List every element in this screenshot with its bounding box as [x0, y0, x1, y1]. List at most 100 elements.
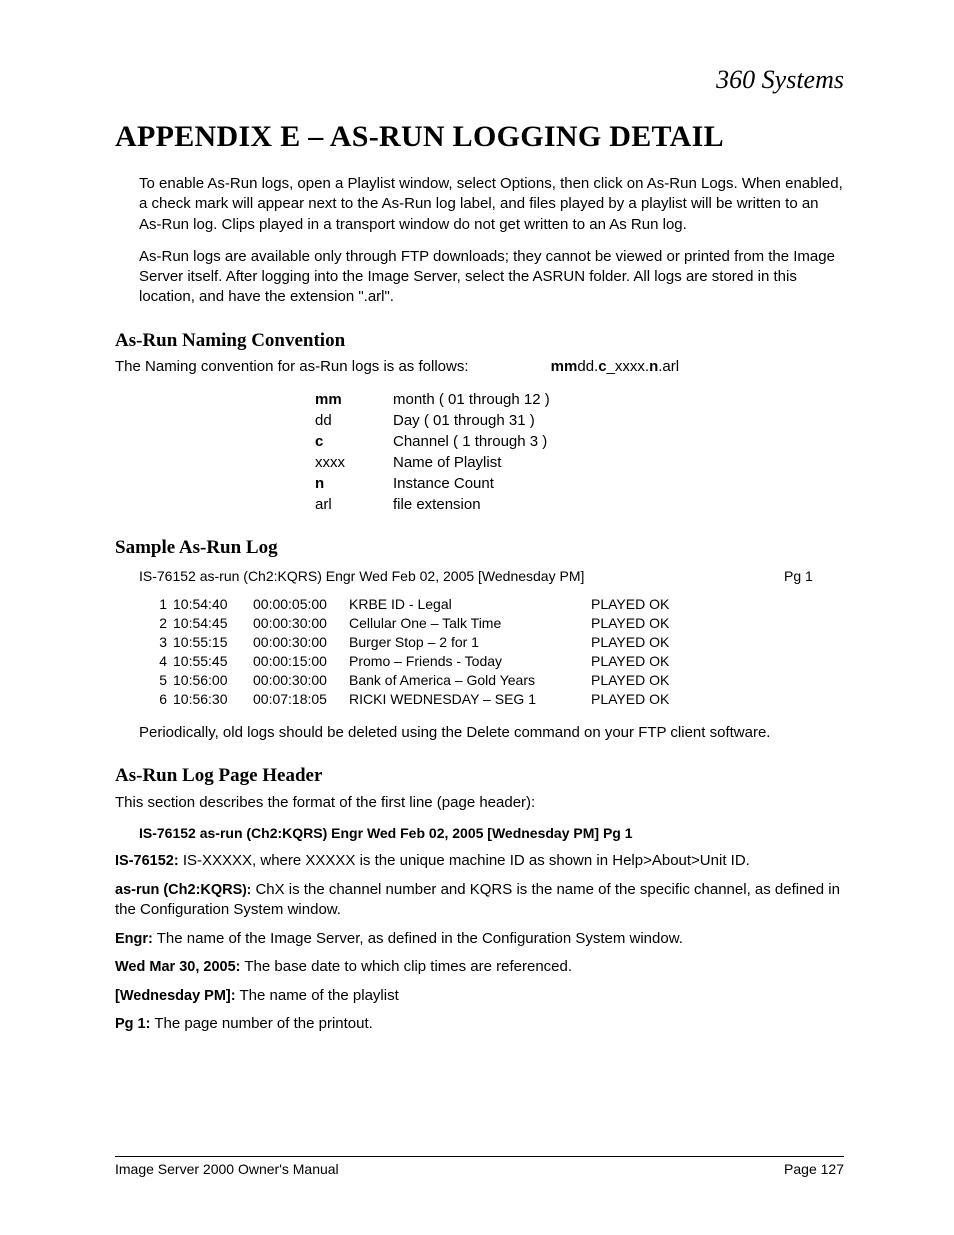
log-cell-start: 10:55:45: [173, 652, 253, 671]
log-cell-status: PLAYED OK: [591, 690, 701, 709]
log-cell-idx: 4: [139, 652, 173, 671]
naming-key: xxxx: [315, 452, 393, 473]
definition-item: Wed Mar 30, 2005: The base date to which…: [115, 957, 844, 978]
heading-naming: As-Run Naming Convention: [115, 330, 844, 352]
log-cell-idx: 2: [139, 614, 173, 633]
naming-value: Day ( 01 through 31 ): [393, 410, 844, 431]
naming-row: nInstance Count: [315, 473, 844, 494]
naming-line: The Naming convention for as-Run logs is…: [115, 358, 844, 375]
definition-item: Pg 1: The page number of the printout.: [115, 1014, 844, 1035]
definition-text: The page number of the printout.: [150, 1015, 372, 1032]
log-cell-start: 10:56:00: [173, 671, 253, 690]
naming-row: ddDay ( 01 through 31 ): [315, 410, 844, 431]
naming-convention-table: mmmonth ( 01 through 12 )ddDay ( 01 thro…: [315, 389, 844, 515]
log-row: 610:56:3000:07:18:05RICKI WEDNESDAY – SE…: [139, 690, 844, 709]
log-header: IS-76152 as-run (Ch2:KQRS) Engr Wed Feb …: [139, 567, 844, 586]
log-cell-title: Bank of America – Gold Years: [349, 671, 591, 690]
naming-key: arl: [315, 494, 393, 515]
pattern-mm: mm: [551, 358, 578, 375]
naming-row: mmmonth ( 01 through 12 ): [315, 389, 844, 410]
footer-right: Page 127: [784, 1161, 844, 1177]
log-cell-dur: 00:07:18:05: [253, 690, 349, 709]
pattern-xxxx: _xxxx.: [607, 358, 650, 375]
naming-key: n: [315, 473, 393, 494]
naming-value: Instance Count: [393, 473, 844, 494]
naming-row: arlfile extension: [315, 494, 844, 515]
pattern-n: n: [649, 358, 658, 375]
log-cell-idx: 5: [139, 671, 173, 690]
naming-value: Name of Playlist: [393, 452, 844, 473]
log-cell-title: RICKI WEDNESDAY – SEG 1: [349, 690, 591, 709]
definition-label: Wed Mar 30, 2005:: [115, 959, 240, 975]
log-rows: 110:54:4000:00:05:00KRBE ID - LegalPLAYE…: [139, 595, 844, 708]
definition-item: Engr: The name of the Image Server, as d…: [115, 929, 844, 950]
log-cell-start: 10:54:45: [173, 614, 253, 633]
log-row: 310:55:1500:00:30:00Burger Stop – 2 for …: [139, 633, 844, 652]
naming-row: xxxxName of Playlist: [315, 452, 844, 473]
log-cell-status: PLAYED OK: [591, 633, 701, 652]
naming-row: cChannel ( 1 through 3 ): [315, 431, 844, 452]
log-cell-title: Cellular One – Talk Time: [349, 614, 591, 633]
definition-text: The base date to which clip times are re…: [240, 958, 572, 975]
pattern-arl: .arl: [658, 358, 679, 375]
sample-log-block: IS-76152 as-run (Ch2:KQRS) Engr Wed Feb …: [139, 567, 844, 709]
definition-label: Engr:: [115, 931, 153, 947]
log-row: 210:54:4500:00:30:00Cellular One – Talk …: [139, 614, 844, 633]
log-cell-start: 10:54:40: [173, 595, 253, 614]
naming-key: c: [315, 431, 393, 452]
definition-item: [Wednesday PM]: The name of the playlist: [115, 986, 844, 1007]
pageheader-definitions: IS-76152: IS-XXXXX, where XXXXX is the u…: [115, 851, 844, 1035]
definition-label-suffix: ):: [242, 882, 251, 897]
heading-pageheader: As-Run Log Page Header: [115, 765, 844, 787]
log-cell-dur: 00:00:30:00: [253, 633, 349, 652]
log-cell-status: PLAYED OK: [591, 614, 701, 633]
log-cell-idx: 6: [139, 690, 173, 709]
naming-value: month ( 01 through 12 ): [393, 389, 844, 410]
log-header-main: IS-76152 as-run (Ch2:KQRS) Engr Wed Feb …: [139, 567, 784, 586]
log-row: 510:56:0000:00:30:00Bank of America – Go…: [139, 671, 844, 690]
definition-item: as-run (Ch2:KQRS): ChX is the channel nu…: [115, 880, 844, 921]
naming-value: file extension: [393, 494, 844, 515]
naming-prefix: The Naming convention for as-Run logs is…: [115, 358, 469, 375]
log-cell-title: KRBE ID - Legal: [349, 595, 591, 614]
log-row: 110:54:4000:00:05:00KRBE ID - LegalPLAYE…: [139, 595, 844, 614]
definition-item: IS-76152: IS-XXXXX, where XXXXX is the u…: [115, 851, 844, 872]
page-footer: Image Server 2000 Owner's Manual Page 12…: [115, 1156, 844, 1177]
definition-label: as-run (Ch2:KQRS: [115, 882, 242, 898]
naming-value: Channel ( 1 through 3 ): [393, 431, 844, 452]
naming-key: mm: [315, 389, 393, 410]
log-cell-status: PLAYED OK: [591, 652, 701, 671]
log-cell-status: PLAYED OK: [591, 671, 701, 690]
log-row: 410:55:4500:00:15:00Promo – Friends - To…: [139, 652, 844, 671]
pattern-dd: dd.: [577, 358, 598, 375]
log-cell-title: Burger Stop – 2 for 1: [349, 633, 591, 652]
log-cell-dur: 00:00:15:00: [253, 652, 349, 671]
sample-note: Periodically, old logs should be deleted…: [139, 723, 844, 743]
definition-text: The name of the Image Server, as defined…: [153, 930, 683, 947]
footer-left: Image Server 2000 Owner's Manual: [115, 1161, 339, 1177]
pageheader-intro: This section describes the format of the…: [115, 793, 844, 813]
log-cell-start: 10:56:30: [173, 690, 253, 709]
definition-label: [Wednesday PM]:: [115, 988, 236, 1004]
naming-key: dd: [315, 410, 393, 431]
log-cell-dur: 00:00:30:00: [253, 671, 349, 690]
naming-pattern: mmdd.c_xxxx.n.arl: [551, 358, 679, 375]
log-cell-status: PLAYED OK: [591, 595, 701, 614]
pageheader-bold-sample: IS-76152 as-run (Ch2:KQRS) Engr Wed Feb …: [139, 825, 844, 841]
log-cell-idx: 1: [139, 595, 173, 614]
definition-text: IS-XXXXX, where XXXXX is the unique mach…: [179, 852, 750, 869]
log-cell-title: Promo – Friends - Today: [349, 652, 591, 671]
pattern-c: c: [598, 358, 606, 375]
brand-logo: 360 Systems: [716, 65, 844, 95]
intro-para-2: As-Run logs are available only through F…: [139, 247, 844, 308]
definition-text: The name of the playlist: [236, 987, 399, 1004]
log-cell-start: 10:55:15: [173, 633, 253, 652]
log-header-page: Pg 1: [784, 567, 844, 586]
definition-label: IS-76152:: [115, 853, 179, 869]
log-cell-dur: 00:00:05:00: [253, 595, 349, 614]
log-cell-idx: 3: [139, 633, 173, 652]
heading-sample: Sample As-Run Log: [115, 537, 844, 559]
definition-label: Pg 1:: [115, 1016, 150, 1032]
intro-para-1: To enable As-Run logs, open a Playlist w…: [139, 174, 844, 235]
page-title: APPENDIX E – AS-RUN LOGGING DETAIL: [115, 120, 844, 154]
